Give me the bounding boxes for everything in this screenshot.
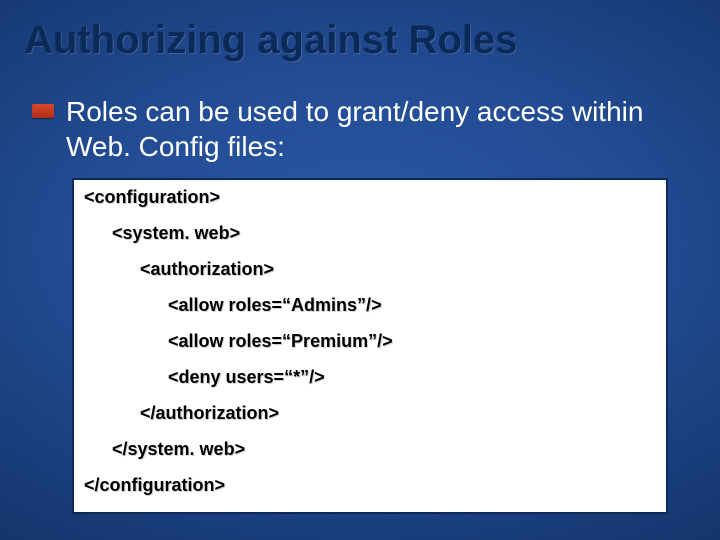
code-line: </authorization> bbox=[84, 404, 656, 422]
code-line: <allow roles=“Premium”/> bbox=[84, 332, 656, 350]
bullet-text: Roles can be used to grant/deny access w… bbox=[66, 94, 690, 164]
slide-title: Authorizing against Roles bbox=[24, 18, 517, 63]
code-line: <authorization> bbox=[84, 260, 656, 278]
code-line: <deny users=“*”/> bbox=[84, 368, 656, 386]
bullet-row: Roles can be used to grant/deny access w… bbox=[32, 94, 690, 164]
code-line: <system. web> bbox=[84, 224, 656, 242]
code-line: </configuration> bbox=[84, 476, 656, 494]
code-line: <allow roles=“Admins”/> bbox=[84, 296, 656, 314]
code-line: <configuration> bbox=[84, 188, 656, 206]
code-line: </system. web> bbox=[84, 440, 656, 458]
bullet-icon bbox=[32, 104, 54, 118]
code-box: <configuration> <system. web> <authoriza… bbox=[72, 178, 668, 514]
slide: Authorizing against Roles Roles can be u… bbox=[0, 0, 720, 540]
